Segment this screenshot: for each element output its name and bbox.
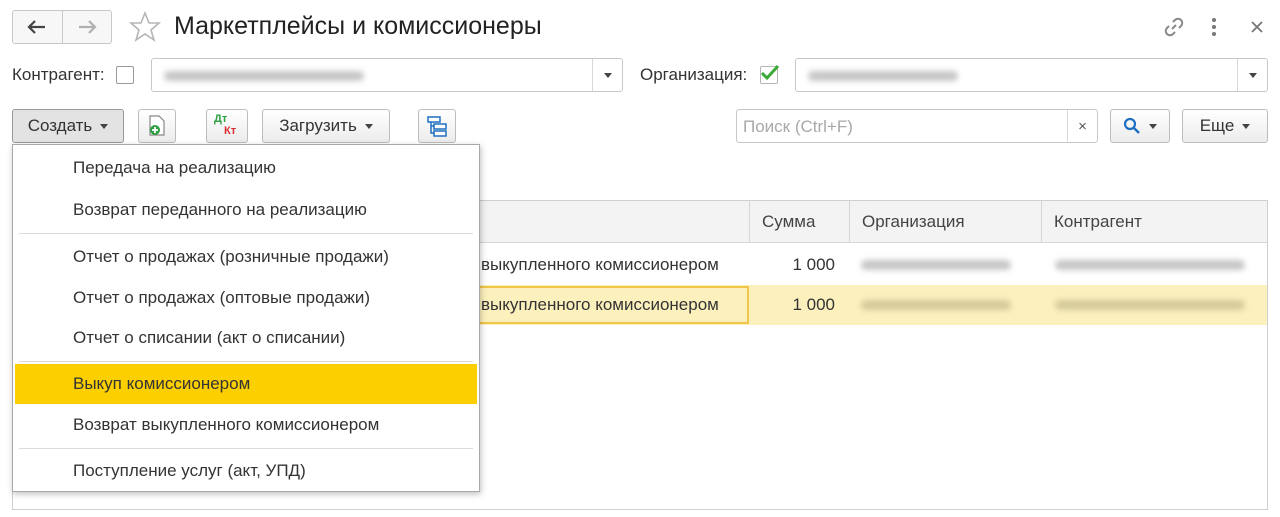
menu-item-sales-report-wholesale[interactable]: Отчет о продажах (оптовые продажи) <box>15 278 477 318</box>
page-title: Маркетплейсы и комиссионеры <box>174 12 542 40</box>
sum-cell: 1 000 <box>792 295 835 314</box>
chevron-down-icon <box>1242 123 1251 129</box>
checkmark-icon <box>760 64 780 81</box>
dt-kt-icon: Дт Кт <box>214 113 237 137</box>
search-clear-button[interactable]: × <box>1067 110 1097 142</box>
chevron-down-icon <box>603 72 612 78</box>
menu-item-services-receipt[interactable]: Поступление услуг (акт, УПД) <box>15 451 477 491</box>
organization-dropdown-button[interactable] <box>1237 59 1267 91</box>
close-button[interactable] <box>1244 12 1270 42</box>
load-button[interactable]: Загрузить <box>262 109 390 143</box>
counterparty-dropdown-button[interactable] <box>592 59 622 91</box>
organization-label: Организация: <box>640 65 748 84</box>
arrow-left-icon <box>27 20 46 34</box>
load-button-label: Загрузить <box>279 116 357 135</box>
menu-item-return-buyout[interactable]: Возврат выкупленного комиссионером <box>15 405 477 445</box>
menu-divider <box>19 361 473 362</box>
create-menu: Передача на реализацию Возврат переданно… <box>12 144 480 492</box>
back-button[interactable] <box>13 11 62 43</box>
counterparty-cell <box>1041 285 1269 325</box>
menu-item-return-transferred[interactable]: Возврат переданного на реализацию <box>15 190 477 230</box>
link-icon <box>1164 17 1184 37</box>
chevron-down-icon <box>100 123 109 129</box>
arrow-right-icon <box>78 20 97 34</box>
counterparty-cell <box>1041 245 1269 285</box>
search-field[interactable]: Поиск (Ctrl+F) × <box>736 109 1098 143</box>
navigation-buttons <box>12 10 112 44</box>
menu-item-buyout-by-commissioner[interactable]: Выкуп комиссионером <box>15 364 477 404</box>
search-placeholder: Поиск (Ctrl+F) <box>743 117 853 136</box>
counterparty-field[interactable] <box>151 58 623 92</box>
create-copy-button[interactable] <box>138 109 176 143</box>
organization-checkbox[interactable] <box>760 64 780 84</box>
organization-field[interactable] <box>795 58 1268 92</box>
sum-cell: 1 000 <box>792 255 835 274</box>
menu-divider <box>19 448 473 449</box>
dt-kt-button[interactable]: Дт Кт <box>206 109 248 143</box>
favorite-button[interactable] <box>128 10 162 44</box>
organization-cell <box>849 245 1041 285</box>
chevron-down-icon <box>1149 123 1157 129</box>
create-button-label: Создать <box>27 116 93 135</box>
add-document-icon <box>149 115 165 136</box>
structure-button[interactable] <box>418 109 456 143</box>
column-header-sum[interactable]: Сумма <box>749 201 849 243</box>
document-cell: выкупленного комиссионером <box>481 295 719 314</box>
more-vertical-icon <box>1212 18 1216 36</box>
star-icon <box>128 10 162 42</box>
more-actions-button[interactable] <box>1202 12 1226 42</box>
forward-button[interactable] <box>61 11 112 43</box>
menu-item-transfer-for-sale[interactable]: Передача на реализацию <box>15 148 477 188</box>
more-button[interactable]: Еще <box>1182 109 1268 143</box>
menu-item-sales-report-retail[interactable]: Отчет о продажах (розничные продажи) <box>15 237 477 277</box>
link-button[interactable] <box>1160 12 1188 42</box>
chevron-down-icon <box>1248 72 1257 78</box>
menu-divider <box>19 233 473 234</box>
organization-cell <box>849 285 1041 325</box>
document-cell: выкупленного комиссионером <box>481 255 719 274</box>
more-button-label: Еще <box>1199 116 1235 135</box>
chevron-down-icon <box>364 123 373 129</box>
search-icon <box>1123 117 1140 134</box>
hierarchy-icon <box>427 116 447 137</box>
column-header-organization[interactable]: Организация <box>849 201 1041 243</box>
column-header-counterparty[interactable]: Контрагент <box>1041 201 1269 243</box>
close-icon <box>1251 21 1263 33</box>
counterparty-checkbox[interactable] <box>116 66 134 84</box>
close-icon: × <box>1078 117 1087 135</box>
search-button[interactable] <box>1110 109 1170 143</box>
menu-item-write-off-report[interactable]: Отчет о списании (акт о списании) <box>15 318 477 358</box>
create-button[interactable]: Создать <box>12 109 124 143</box>
counterparty-label: Контрагент: <box>12 65 105 84</box>
